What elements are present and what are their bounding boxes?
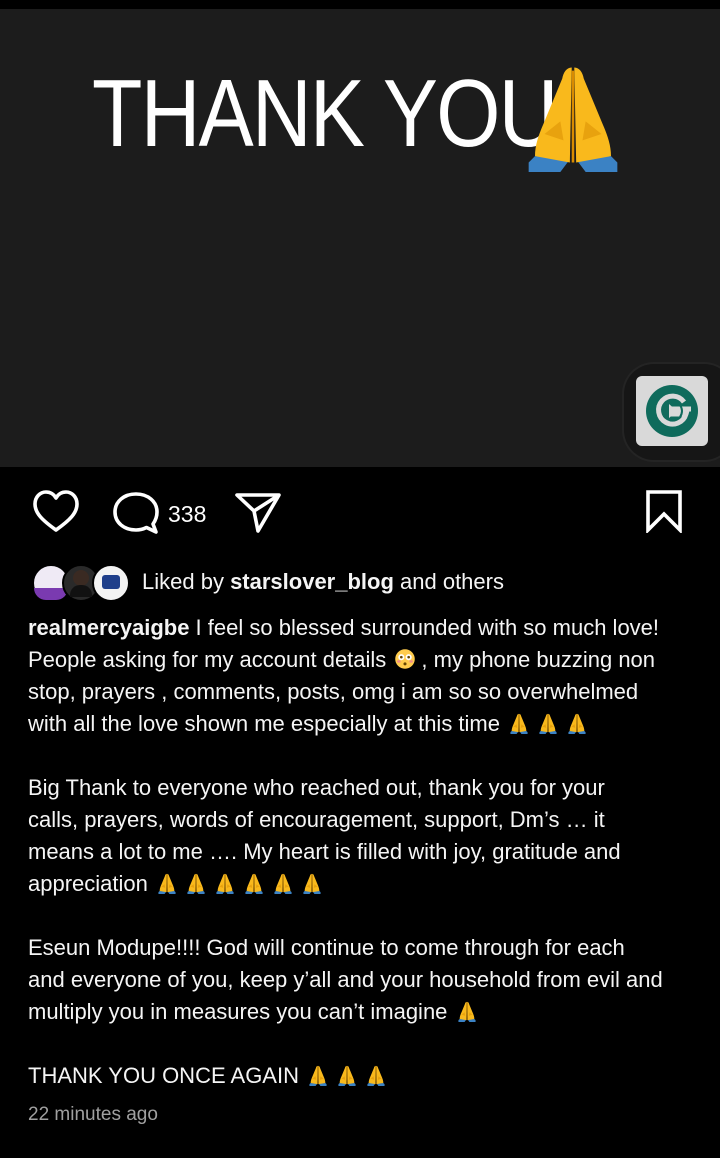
caption-text: I feel so blessed surrounded with so muc… — [189, 615, 660, 640]
post-timestamp: 22 minutes ago — [28, 1104, 158, 1125]
send-icon[interactable] — [234, 491, 282, 535]
caption-text: multiply you in measures you can’t imagi… — [28, 999, 454, 1024]
caption-paragraph: realmercyaigbe I feel so blessed surroun… — [28, 612, 708, 740]
liked-by-text: Liked by starslover_blog and others — [142, 569, 504, 595]
likes-summary[interactable]: Liked by starslover_blog and others — [0, 560, 720, 604]
caption-paragraph: Eseun Modupe!!!! God will continue to co… — [28, 932, 708, 1028]
caption-text: Big Thank to everyone who reached out, t… — [28, 775, 605, 800]
post-image[interactable]: THANK YOU — [0, 9, 720, 467]
caption-paragraph: THANK YOU ONCE AGAIN — [28, 1060, 708, 1092]
folded-hands-emoji-icon — [363, 1064, 389, 1086]
post-caption: realmercyaigbe I feel so blessed surroun… — [28, 612, 708, 1124]
g-logo-icon[interactable] — [636, 376, 708, 446]
caption-text: means a lot to me …. My heart is filled … — [28, 839, 621, 864]
avatar — [92, 564, 130, 602]
bookmark-icon[interactable] — [644, 489, 684, 533]
folded-hands-emoji-icon — [183, 872, 209, 894]
liked-by-suffix: and others — [393, 569, 504, 594]
caption-text: stop, prayers , comments, posts, omg i a… — [28, 679, 639, 704]
folded-hands-emoji-icon — [212, 872, 238, 894]
liked-by-prefix: Liked by — [142, 569, 231, 594]
folded-hands-emoji-icon — [535, 712, 561, 734]
caption-paragraph: Big Thank to everyone who reached out, t… — [28, 772, 708, 900]
folded-hands-emoji-icon — [299, 872, 325, 894]
caption-text: Eseun Modupe!!!! God will continue to co… — [28, 935, 625, 960]
post-action-bar: 338 — [0, 467, 720, 559]
post-image-text: THANK YOU — [92, 60, 558, 167]
folded-hands-emoji-icon — [241, 872, 267, 894]
comment-count: 338 — [168, 501, 207, 527]
caption-text: calls, prayers, words of encouragement, … — [28, 807, 605, 832]
liked-by-user-link[interactable]: starslover_blog — [230, 569, 394, 594]
comment-icon[interactable] — [112, 491, 160, 537]
folded-hands-emoji-icon — [564, 712, 590, 734]
caption-text: and everyone of you, keep y’all and your… — [28, 967, 663, 992]
floating-app-bubble[interactable] — [624, 364, 720, 460]
flushed-face-emoji-icon — [395, 649, 416, 669]
folded-hands-emoji-icon — [270, 872, 296, 894]
caption-text: , my phone buzzing non — [421, 647, 656, 672]
caption-text: appreciation — [28, 871, 154, 896]
caption-text: with all the love shown me especially at… — [28, 711, 507, 736]
caption-text: THANK YOU ONCE AGAIN — [28, 1063, 306, 1088]
liker-avatars — [32, 564, 132, 602]
folded-hands-emoji-icon — [305, 1064, 331, 1086]
heart-outline-icon[interactable] — [32, 489, 80, 535]
status-bar-strip — [0, 0, 720, 9]
folded-hands-emoji-icon — [154, 872, 180, 894]
folded-hands-emoji-icon — [516, 57, 630, 173]
folded-hands-emoji-icon — [334, 1064, 360, 1086]
folded-hands-emoji-icon — [506, 712, 532, 734]
folded-hands-emoji-icon — [454, 1000, 480, 1022]
caption-username-link[interactable]: realmercyaigbe — [28, 615, 189, 640]
caption-text: People asking for my account details — [28, 647, 393, 672]
